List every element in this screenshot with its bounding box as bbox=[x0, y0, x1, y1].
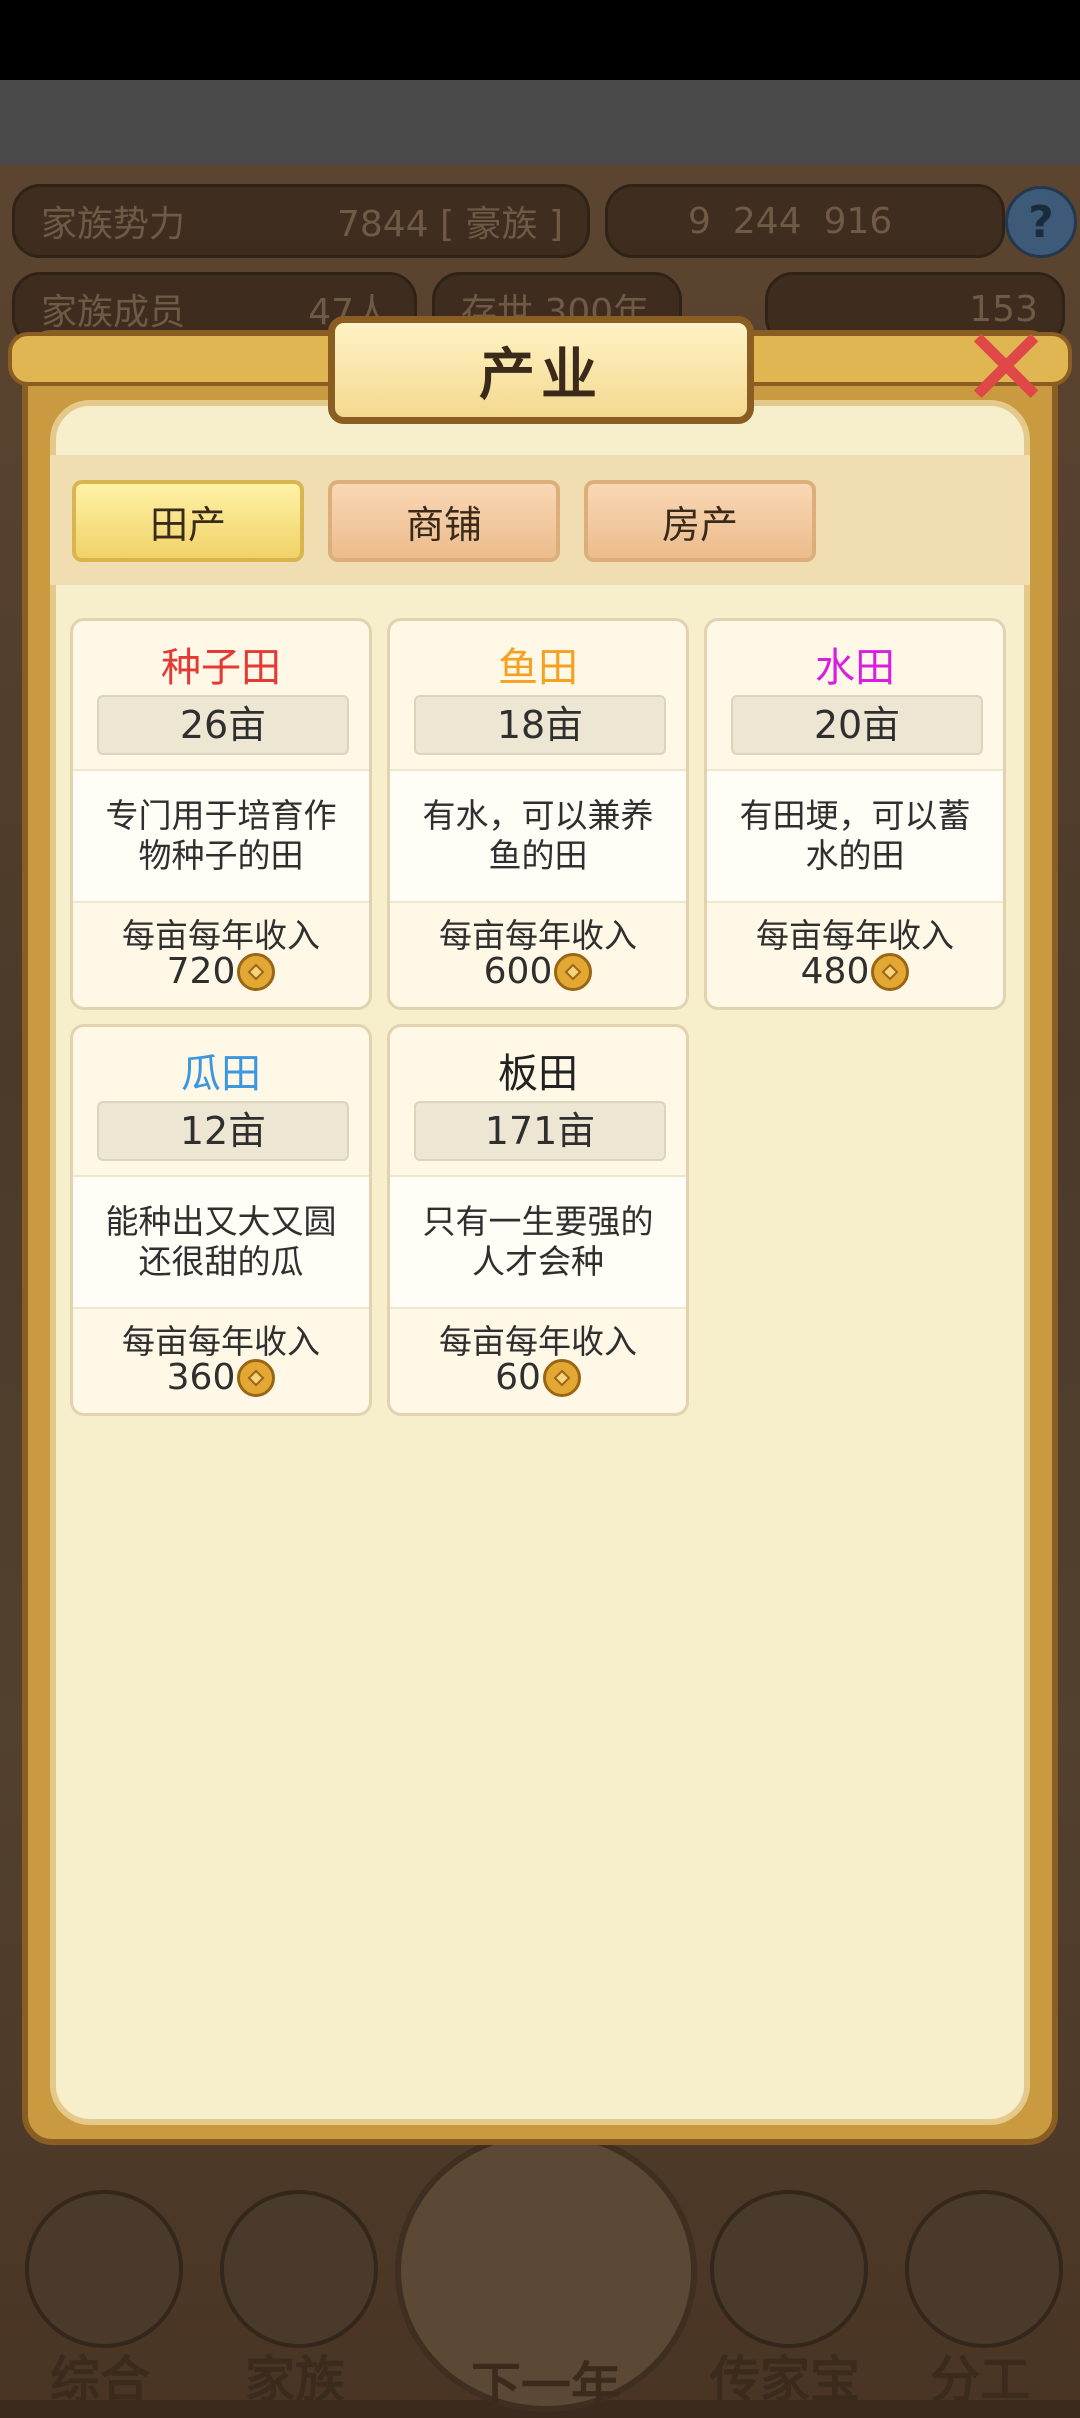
nav-family-label: 家族 bbox=[245, 2351, 345, 2409]
people-icon bbox=[905, 2190, 1063, 2348]
field-area: 20亩 bbox=[731, 695, 983, 755]
field-name: 鱼田 bbox=[498, 645, 578, 691]
jade-icon bbox=[710, 2190, 868, 2348]
coin-icon bbox=[871, 952, 910, 991]
coin-icon bbox=[554, 952, 593, 991]
nav-assign[interactable]: 分工 bbox=[885, 2150, 1065, 2409]
field-card-fish[interactable]: 鱼田 18亩 有水，可以兼养鱼的田 每亩每年收入 600 bbox=[387, 618, 689, 1010]
field-card-paddy[interactable]: 水田 20亩 有田埂，可以蓄水的田 每亩每年收入 480 bbox=[704, 618, 1006, 1010]
nav-heirloom-label: 传家宝 bbox=[710, 2351, 860, 2409]
close-icon[interactable]: ✕ bbox=[960, 313, 1052, 423]
family-power-value: 7844 [ 豪族 ] bbox=[336, 204, 563, 245]
tab-shops[interactable]: 商铺 bbox=[328, 480, 560, 562]
income-value: 360 bbox=[166, 1357, 236, 1398]
status-bar bbox=[0, 0, 1080, 80]
nav-general[interactable]: 综合 bbox=[5, 2150, 185, 2409]
next-year-button[interactable]: 下一年 bbox=[395, 2130, 697, 2415]
income-value: 480 bbox=[800, 951, 870, 992]
nav-heirloom[interactable]: 传家宝 bbox=[690, 2150, 870, 2409]
family-members-label: 家族成员 bbox=[41, 292, 186, 333]
gold-count: 9 bbox=[688, 200, 711, 242]
field-description: 能种出又大又圆还很甜的瓜 bbox=[73, 1175, 369, 1309]
nav-assign-label: 分工 bbox=[930, 2351, 1030, 2409]
title-wing-left bbox=[8, 332, 346, 386]
field-area: 12亩 bbox=[97, 1101, 349, 1161]
income-label: 每亩每年收入 bbox=[756, 916, 954, 955]
coin-icon bbox=[542, 1358, 581, 1397]
field-name: 瓜田 bbox=[181, 1051, 261, 1097]
field-card-board[interactable]: 板田 171亩 只有一生要强的人才会种 每亩每年收入 60 bbox=[387, 1024, 689, 1416]
income-label: 每亩每年收入 bbox=[122, 1322, 320, 1361]
field-card-melon[interactable]: 瓜田 12亩 能种出又大又圆还很甜的瓜 每亩每年收入 360 bbox=[70, 1024, 372, 1416]
income-value: 60 bbox=[495, 1357, 541, 1398]
tab-farmland[interactable]: 田产 bbox=[72, 480, 304, 562]
silver-count: 244 bbox=[732, 200, 802, 242]
help-button[interactable]: ? bbox=[1005, 186, 1077, 258]
income-label: 每亩每年收入 bbox=[122, 916, 320, 955]
income-value: 720 bbox=[166, 951, 236, 992]
field-area: 18亩 bbox=[414, 695, 666, 755]
tab-houses[interactable]: 房产 bbox=[584, 480, 816, 562]
house-icon bbox=[220, 2190, 378, 2348]
nav-general-label: 综合 bbox=[50, 2351, 150, 2409]
nav-family[interactable]: 家族 bbox=[200, 2150, 380, 2409]
scroll-icon bbox=[25, 2190, 183, 2348]
income-value: 600 bbox=[483, 951, 553, 992]
field-description: 有田埂，可以蓄水的田 bbox=[707, 769, 1003, 903]
family-power-panel: 家族势力 7844 [ 豪族 ] bbox=[12, 184, 590, 258]
modal-title: 产业 bbox=[328, 316, 754, 424]
income-label: 每亩每年收入 bbox=[439, 1322, 637, 1361]
field-area: 171亩 bbox=[414, 1101, 666, 1161]
coin-icon bbox=[237, 952, 276, 991]
field-description: 只有一生要强的人才会种 bbox=[390, 1175, 686, 1309]
next-year-label: 下一年 bbox=[471, 2357, 621, 2415]
top-dim-band bbox=[0, 80, 1080, 165]
field-name: 水田 bbox=[815, 645, 895, 691]
field-description: 专门用于培育作物种子的田 bbox=[73, 769, 369, 903]
field-name: 种子田 bbox=[161, 645, 281, 691]
income-label: 每亩每年收入 bbox=[439, 916, 637, 955]
coin-count: 916 bbox=[823, 200, 893, 242]
currency-panel: 9 244 916 bbox=[605, 184, 1005, 258]
field-card-seed[interactable]: 种子田 26亩 专门用于培育作物种子的田 每亩每年收入 720 bbox=[70, 618, 372, 1010]
coin-icon bbox=[237, 1358, 276, 1397]
field-area: 26亩 bbox=[97, 695, 349, 755]
family-power-label: 家族势力 bbox=[41, 204, 186, 245]
field-name: 板田 bbox=[498, 1051, 578, 1097]
field-description: 有水，可以兼养鱼的田 bbox=[390, 769, 686, 903]
